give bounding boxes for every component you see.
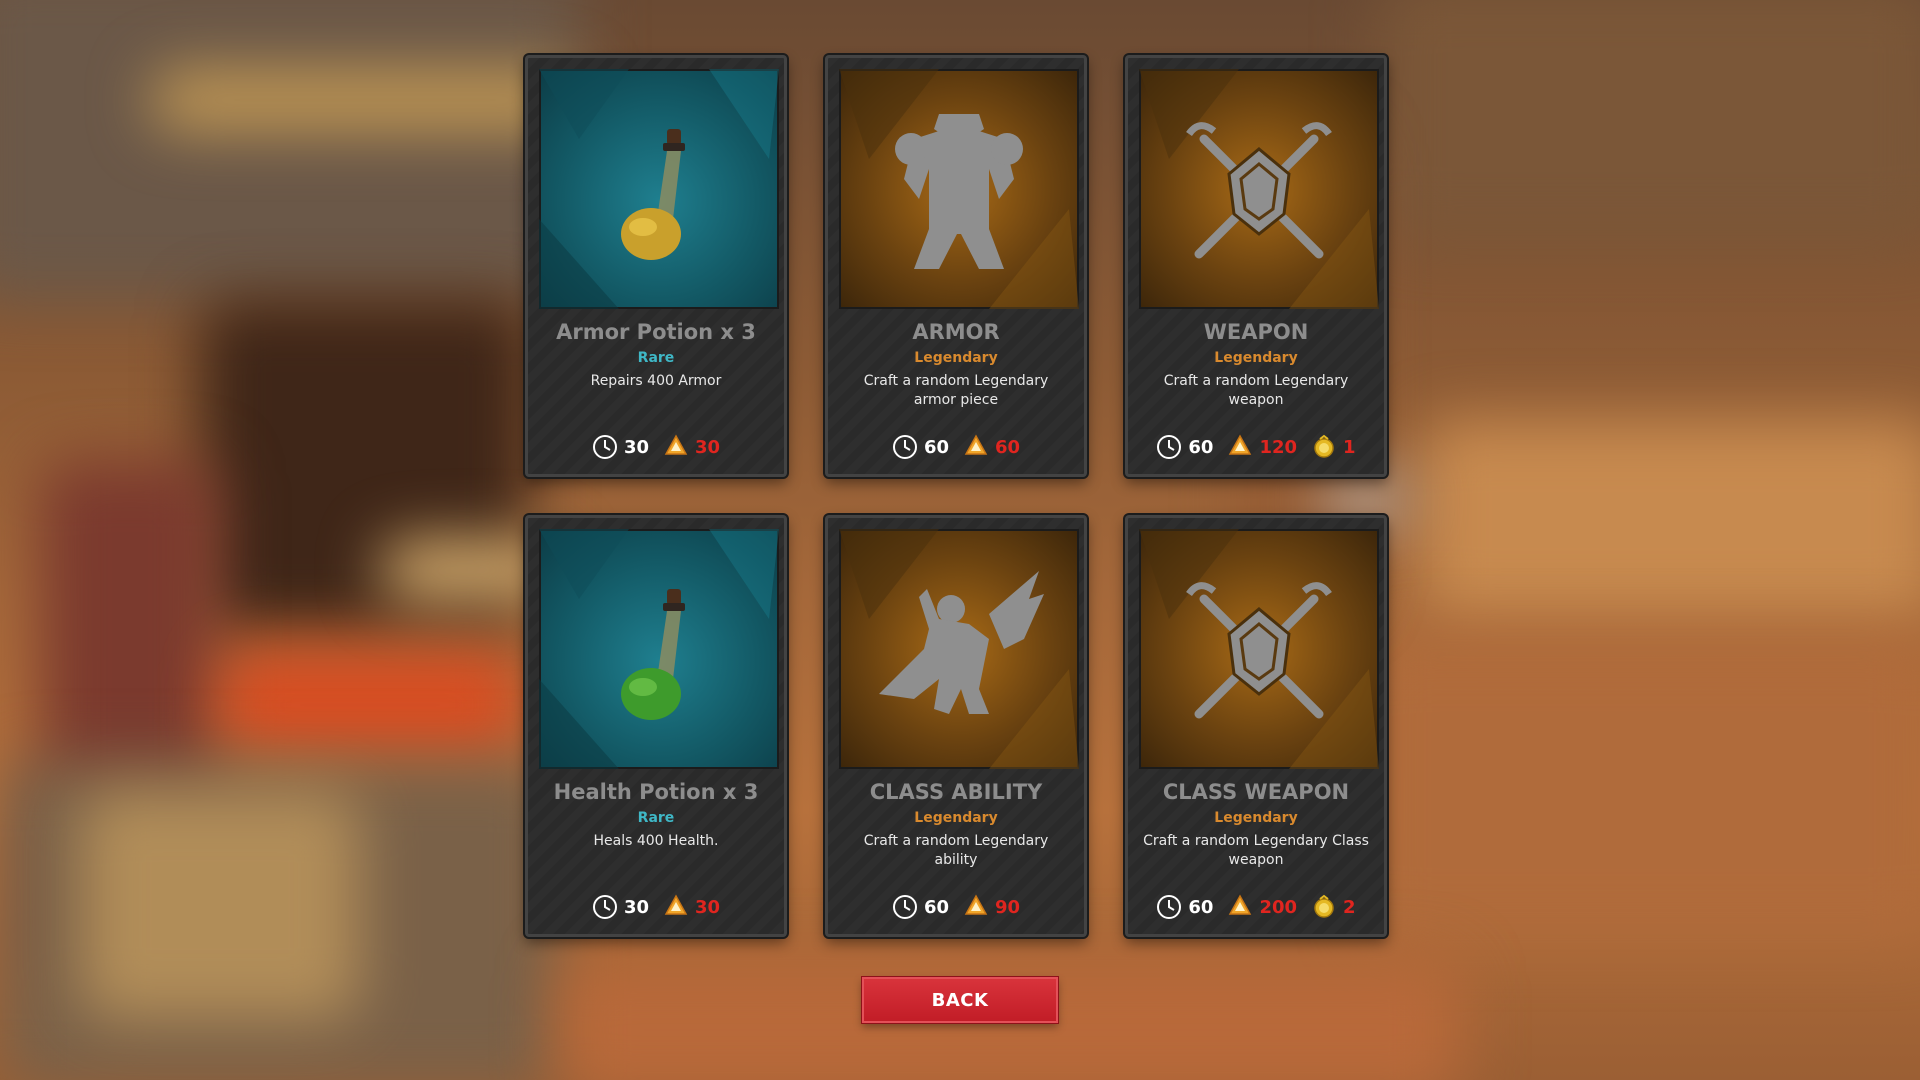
resource-value: 60	[995, 436, 1021, 458]
card-title: ARMOR	[912, 320, 1000, 344]
crystal-icon	[664, 434, 688, 455]
time-cost: 30	[592, 434, 649, 460]
time-value: 60	[1188, 436, 1214, 458]
clock-icon	[892, 895, 917, 919]
card-costs: 60 90	[828, 894, 1084, 920]
time-value: 30	[623, 896, 649, 918]
card-costs: 30 30	[528, 434, 784, 460]
card-rarity: Legendary	[914, 810, 998, 826]
time-value: 30	[623, 436, 649, 458]
card-description: Craft a random Legendary Class weapon	[1143, 833, 1369, 868]
crystal-icon	[964, 894, 988, 915]
crystal-icon	[1229, 434, 1252, 455]
craft-card-class-ability[interactable]: CLASS ABILITY Legendary Craft a random L…	[825, 515, 1087, 937]
card-title: Health Potion x 3	[553, 780, 759, 804]
card-rarity: Legendary	[1214, 350, 1298, 366]
card-costs: 30 30	[528, 894, 784, 920]
card-title: Armor Potion x 3	[556, 320, 756, 344]
craft-card-armor[interactable]: ARMOR Legendary Craft a random Legendary…	[825, 55, 1087, 477]
card-description: Heals 400 Health.	[593, 833, 719, 849]
crystal-icon	[964, 434, 988, 455]
resource-value: 30	[695, 436, 721, 458]
craft-card-class-weapon[interactable]: CLASS WEAPON Legendary Craft a random Le…	[1125, 515, 1387, 937]
card-description: Craft a random Legendary armor piece	[863, 373, 1049, 408]
back-button[interactable]: BACK	[862, 977, 1058, 1023]
card-description: Craft a random Legendary weapon	[1163, 373, 1349, 408]
crystal-icon	[1229, 894, 1252, 915]
craft-card-health-potion[interactable]: Health Potion x 3 Rare Heals 400 Health.…	[525, 515, 787, 937]
clock-icon	[1157, 895, 1182, 919]
resource-cost: 30	[663, 434, 720, 460]
card-title: WEAPON	[1203, 320, 1309, 344]
art-frame	[1139, 529, 1379, 769]
hero-ability-icon	[839, 529, 1079, 769]
time-cost: 60	[892, 894, 949, 920]
card-costs: 60 200 2	[1128, 894, 1384, 920]
clock-icon	[892, 435, 917, 459]
golden-token-icon	[1314, 894, 1334, 918]
armor-potion-icon	[539, 69, 779, 309]
special-cost: 1	[1311, 434, 1356, 460]
craft-card-armor-potion[interactable]: Armor Potion x 3 Rare Repairs 400 Armor …	[525, 55, 787, 477]
resource-cost: 90	[963, 894, 1020, 920]
card-title: CLASS ABILITY	[869, 780, 1043, 804]
card-description: Repairs 400 Armor	[590, 373, 722, 389]
clock-icon	[592, 895, 617, 919]
special-value: 2	[1343, 896, 1356, 918]
card-rarity: Legendary	[914, 350, 998, 366]
card-description: Craft a random Legendary ability	[863, 833, 1049, 868]
resource-cost: 120	[1227, 434, 1297, 460]
card-rarity: Legendary	[1214, 810, 1298, 826]
resource-value: 30	[695, 896, 721, 918]
time-cost: 60	[1156, 434, 1213, 460]
special-value: 1	[1343, 436, 1356, 458]
crossed-swords-shield-icon	[1139, 529, 1379, 769]
time-cost: 60	[892, 434, 949, 460]
clock-icon	[592, 435, 617, 459]
crystal-icon	[664, 894, 688, 915]
time-cost: 30	[592, 894, 649, 920]
card-rarity: Rare	[637, 350, 675, 366]
time-value: 60	[923, 436, 949, 458]
card-costs: 60 120 1	[1128, 434, 1384, 460]
card-costs: 60 60	[828, 434, 1084, 460]
art-frame	[1139, 69, 1379, 309]
armor-icon	[839, 69, 1079, 309]
art-frame	[839, 529, 1079, 769]
clock-icon	[1157, 435, 1182, 459]
resource-cost: 200	[1227, 894, 1297, 920]
art-frame	[539, 69, 779, 309]
resource-cost: 30	[663, 894, 720, 920]
card-title: CLASS WEAPON	[1162, 780, 1350, 804]
resource-value: 200	[1259, 896, 1298, 918]
time-value: 60	[923, 896, 949, 918]
art-frame	[839, 69, 1079, 309]
golden-token-icon	[1314, 434, 1334, 458]
craft-card-weapon[interactable]: WEAPON Legendary Craft a random Legendar…	[1125, 55, 1387, 477]
resource-value: 90	[995, 896, 1021, 918]
resource-cost: 60	[963, 434, 1020, 460]
health-potion-icon	[539, 529, 779, 769]
resource-value: 120	[1259, 436, 1298, 458]
card-rarity: Rare	[637, 810, 675, 826]
special-cost: 2	[1311, 894, 1356, 920]
time-cost: 60	[1156, 894, 1213, 920]
art-frame	[539, 529, 779, 769]
time-value: 60	[1188, 896, 1214, 918]
crossed-swords-shield-icon	[1139, 69, 1379, 309]
